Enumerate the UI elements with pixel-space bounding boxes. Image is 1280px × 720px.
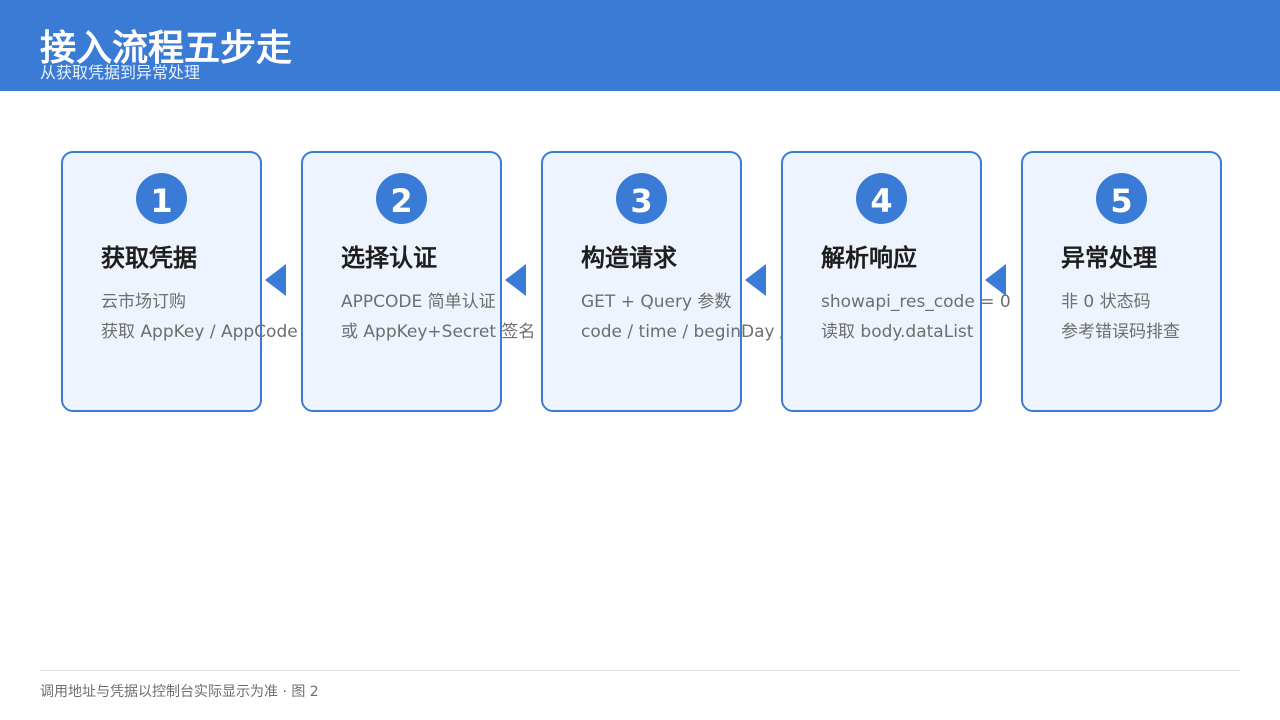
step-description-line: 或 AppKey+Secret 签名 <box>341 322 536 342</box>
step-title: 构造请求 <box>581 244 677 272</box>
page-subtitle: 从获取凭据到异常处理 <box>40 63 201 82</box>
arrow-left-icon <box>985 264 1006 296</box>
arrow-left-icon <box>745 264 766 296</box>
header-bar: 接入流程五步走 从获取凭据到异常处理 <box>0 0 1280 91</box>
step-description-line: 读取 body.dataList <box>821 322 974 342</box>
step-number-badge: 1 <box>136 173 187 224</box>
step-description-line: 获取 AppKey / AppCode <box>101 322 298 342</box>
footer-note: 调用地址与凭据以控制台实际显示为准 · 图 2 <box>40 684 319 700</box>
step-number-badge: 4 <box>856 173 907 224</box>
step-card-1: 1 获取凭据 云市场订购 获取 AppKey / AppCode <box>61 151 298 412</box>
step-description-line: 非 0 状态码 <box>1061 292 1151 312</box>
step-card-5: 5 异常处理 非 0 状态码 参考错误码排查 <box>1021 151 1222 412</box>
step-description-line: 参考错误码排查 <box>1061 322 1180 342</box>
step-description-line: 云市场订购 <box>101 292 186 312</box>
step-description-line: GET + Query 参数 <box>581 292 732 312</box>
step-title: 选择认证 <box>341 244 437 272</box>
footer-divider <box>40 670 1240 671</box>
step-description-line: APPCODE 简单认证 <box>341 292 496 312</box>
arrow-left-icon <box>505 264 526 296</box>
slide: 接入流程五步走 从获取凭据到异常处理 1 获取凭据 云市场订购 获取 AppKe… <box>0 0 1280 720</box>
step-number-badge: 3 <box>616 173 667 224</box>
step-title: 解析响应 <box>821 244 917 272</box>
step-number-badge: 2 <box>376 173 427 224</box>
step-description-line: showapi_res_code = 0 <box>821 292 1011 312</box>
step-card-4: 4 解析响应 showapi_res_code = 0 读取 body.data… <box>781 151 1011 412</box>
step-number-badge: 5 <box>1096 173 1147 224</box>
step-title: 获取凭据 <box>101 244 197 272</box>
step-card-3: 3 构造请求 GET + Query 参数 code / time / begi… <box>541 151 786 412</box>
step-card-2: 2 选择认证 APPCODE 简单认证 或 AppKey+Secret 签名 <box>301 151 535 412</box>
step-description-line: code / time / beginDay / <box>581 322 786 342</box>
step-title: 异常处理 <box>1061 244 1157 272</box>
arrow-left-icon <box>265 264 286 296</box>
